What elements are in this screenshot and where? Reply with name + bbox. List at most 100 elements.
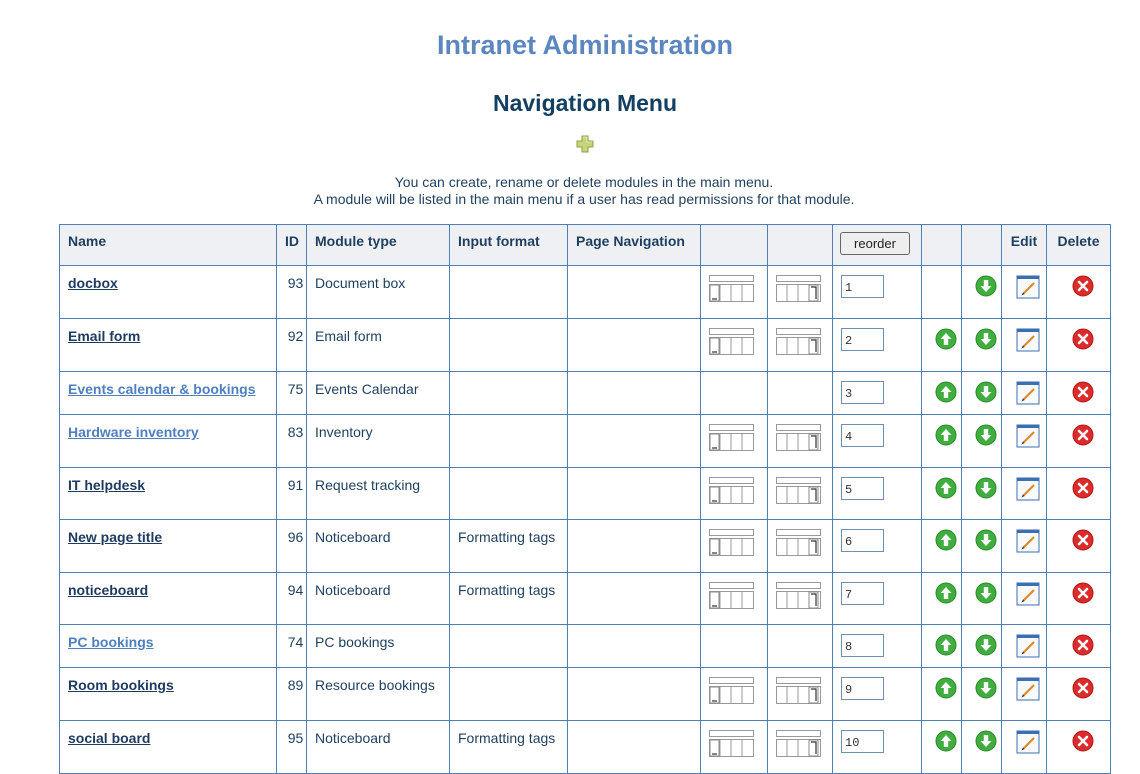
- arrow-up-icon[interactable]: [935, 381, 957, 403]
- cell-id: 83: [276, 414, 307, 468]
- arrow-up-icon[interactable]: [935, 582, 957, 604]
- layout-right-icon[interactable]: [776, 328, 832, 356]
- edit-icon[interactable]: [1016, 730, 1040, 754]
- layout-left-icon[interactable]: [709, 529, 767, 557]
- cell-module-type: Email form: [306, 318, 450, 372]
- layout-right-icon[interactable]: [776, 582, 832, 610]
- module-type: Request tracking: [315, 477, 421, 493]
- delete-icon[interactable]: [1072, 582, 1094, 604]
- modules-table: Name ID Module type Input format Page Na…: [59, 224, 1111, 774]
- table-row: Room bookings 89 Resource bookings: [59, 667, 1111, 721]
- arrow-down-icon[interactable]: [975, 677, 997, 699]
- layout-right-icon[interactable]: [776, 275, 832, 303]
- table-header-row: Name ID Module type Input format Page Na…: [59, 224, 1111, 266]
- cell-page-navigation: [567, 624, 701, 668]
- edit-icon[interactable]: [1016, 381, 1040, 405]
- module-link[interactable]: Room bookings: [68, 677, 174, 693]
- module-link[interactable]: social board: [68, 730, 150, 746]
- layout-right-icon[interactable]: [776, 677, 832, 705]
- edit-icon[interactable]: [1016, 328, 1040, 352]
- order-input[interactable]: [841, 582, 884, 605]
- order-input[interactable]: [841, 381, 884, 404]
- cell-id: 92: [276, 318, 307, 372]
- cell-name: PC bookings: [59, 624, 277, 668]
- layout-left-icon[interactable]: [709, 477, 767, 505]
- arrow-down-icon[interactable]: [975, 275, 997, 297]
- delete-icon[interactable]: [1072, 275, 1094, 297]
- order-input[interactable]: [841, 424, 884, 447]
- module-link[interactable]: IT helpdesk: [68, 477, 145, 493]
- edit-icon[interactable]: [1016, 529, 1040, 553]
- delete-icon[interactable]: [1072, 381, 1094, 403]
- module-link[interactable]: noticeboard: [68, 582, 148, 598]
- layout-left-icon[interactable]: [709, 730, 767, 758]
- order-input[interactable]: [841, 677, 884, 700]
- order-input[interactable]: [841, 634, 884, 657]
- layout-right-icon[interactable]: [776, 477, 832, 505]
- order-input[interactable]: [841, 730, 884, 753]
- arrow-up-icon[interactable]: [935, 529, 957, 551]
- cell-move-down: [961, 519, 1002, 573]
- cell-edit: [1001, 572, 1047, 625]
- layout-left-icon[interactable]: [709, 582, 767, 610]
- module-link[interactable]: Events calendar & bookings: [68, 381, 256, 397]
- cell-layout-right: [767, 667, 833, 721]
- delete-icon[interactable]: [1072, 477, 1094, 499]
- table-row: PC bookings 74 PC bookings: [59, 624, 1111, 668]
- cell-move-up: [921, 371, 962, 415]
- delete-icon[interactable]: [1072, 328, 1094, 350]
- cell-layout-left: [700, 265, 768, 319]
- arrow-down-icon[interactable]: [975, 424, 997, 446]
- edit-icon[interactable]: [1016, 634, 1040, 658]
- arrow-up-icon[interactable]: [935, 677, 957, 699]
- arrow-up-icon[interactable]: [935, 730, 957, 752]
- module-link[interactable]: docbox: [68, 275, 118, 291]
- cell-edit: [1001, 720, 1047, 774]
- delete-icon[interactable]: [1072, 730, 1094, 752]
- delete-icon[interactable]: [1072, 634, 1094, 656]
- cell-edit: [1001, 467, 1047, 520]
- arrow-down-icon[interactable]: [975, 328, 997, 350]
- cell-module-type: Request tracking: [306, 467, 450, 520]
- add-module-button[interactable]: [575, 134, 595, 154]
- arrow-down-icon[interactable]: [975, 582, 997, 604]
- arrow-down-icon[interactable]: [975, 381, 997, 403]
- module-link[interactable]: Hardware inventory: [68, 424, 199, 440]
- layout-right-icon[interactable]: [776, 424, 832, 452]
- arrow-up-icon[interactable]: [935, 634, 957, 656]
- arrow-up-icon[interactable]: [935, 424, 957, 446]
- layout-right-icon[interactable]: [776, 529, 832, 557]
- order-input[interactable]: [841, 477, 884, 500]
- cell-name: New page title: [59, 519, 277, 573]
- arrow-down-icon[interactable]: [975, 477, 997, 499]
- layout-left-icon[interactable]: [709, 328, 767, 356]
- arrow-down-icon[interactable]: [975, 529, 997, 551]
- module-link[interactable]: Email form: [68, 328, 140, 344]
- delete-icon[interactable]: [1072, 529, 1094, 551]
- layout-right-icon[interactable]: [776, 730, 832, 758]
- layout-left-icon[interactable]: [709, 424, 767, 452]
- arrow-down-icon[interactable]: [975, 730, 997, 752]
- delete-icon[interactable]: [1072, 424, 1094, 446]
- order-input[interactable]: [841, 328, 884, 351]
- order-input[interactable]: [841, 275, 884, 298]
- edit-icon[interactable]: [1016, 424, 1040, 448]
- cell-order: [832, 572, 922, 625]
- layout-left-icon[interactable]: [709, 275, 767, 303]
- cell-layout-right: [767, 572, 833, 625]
- column-header-up: [921, 224, 962, 266]
- edit-icon[interactable]: [1016, 275, 1040, 299]
- delete-icon[interactable]: [1072, 677, 1094, 699]
- layout-left-icon[interactable]: [709, 677, 767, 705]
- edit-icon[interactable]: [1016, 582, 1040, 606]
- cell-delete: [1046, 519, 1111, 573]
- module-link[interactable]: PC bookings: [68, 634, 154, 650]
- order-input[interactable]: [841, 529, 884, 552]
- reorder-button[interactable]: reorder: [840, 232, 910, 255]
- edit-icon[interactable]: [1016, 477, 1040, 501]
- edit-icon[interactable]: [1016, 677, 1040, 701]
- arrow-down-icon[interactable]: [975, 634, 997, 656]
- arrow-up-icon[interactable]: [935, 328, 957, 350]
- module-link[interactable]: New page title: [68, 529, 162, 545]
- arrow-up-icon[interactable]: [935, 477, 957, 499]
